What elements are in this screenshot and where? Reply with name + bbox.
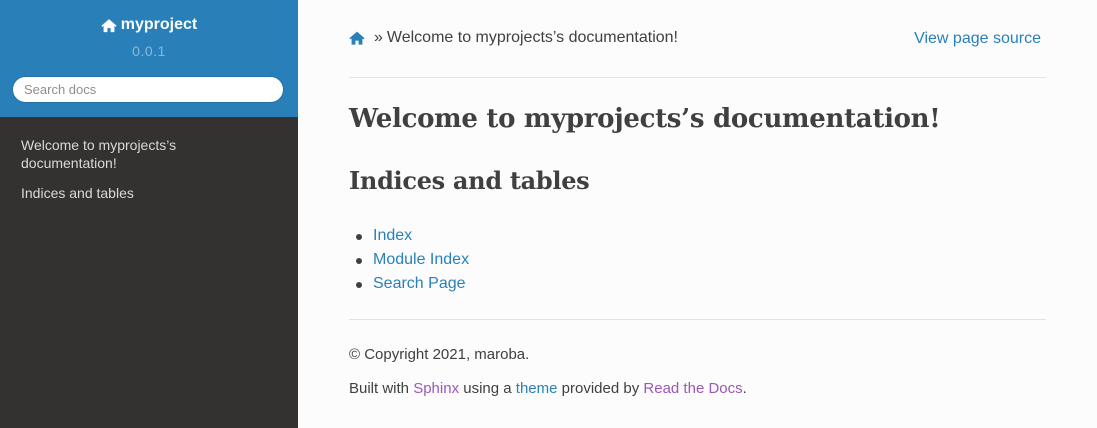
section-heading: Indices and tables <box>349 166 590 195</box>
home-icon <box>101 18 117 33</box>
theme-link[interactable]: theme <box>516 380 558 397</box>
read-the-docs-link[interactable]: Read the Docs <box>643 380 742 397</box>
module-index-link[interactable]: Module Index <box>373 251 469 268</box>
list-item: Module Index <box>356 249 469 273</box>
breadcrumb-separator: » <box>374 29 383 46</box>
built-prefix: Built with <box>349 380 410 397</box>
breadcrumb: » Welcome to myprojects’s documentation! <box>349 28 678 48</box>
sidebar: myproject 0.0.1 Welcome to myprojects’s … <box>0 0 298 428</box>
breadcrumb-home-icon[interactable] <box>349 31 374 45</box>
footer-divider <box>349 319 1046 320</box>
copyright-text: © Copyright 2021, maroba. <box>349 346 530 363</box>
provided-by-text: provided by <box>561 380 640 397</box>
sidebar-nav: Welcome to myprojects’s documentation! I… <box>21 136 271 202</box>
using-a-text: using a <box>463 380 512 397</box>
project-home-link[interactable]: myproject <box>0 14 298 36</box>
breadcrumb-current: Welcome to myprojects’s documentation! <box>386 29 678 46</box>
header-divider <box>349 77 1046 78</box>
footer-period: . <box>742 380 747 397</box>
project-version: 0.0.1 <box>132 43 166 59</box>
main-content: » Welcome to myprojects’s documentation!… <box>298 0 1097 428</box>
search-page-link[interactable]: Search Page <box>373 275 466 292</box>
index-link[interactable]: Index <box>373 227 412 244</box>
list-item: Search Page <box>356 273 469 297</box>
built-with-text: Built with Sphinx using a theme provided… <box>349 380 747 397</box>
indices-list: Index Module Index Search Page <box>356 225 469 297</box>
project-name: myproject <box>120 16 198 33</box>
list-item: Index <box>356 225 469 249</box>
sphinx-link[interactable]: Sphinx <box>413 380 459 397</box>
view-page-source-link[interactable]: View page source <box>914 30 1041 48</box>
sidebar-item-indices-and-tables[interactable]: Indices and tables <box>21 184 271 202</box>
sidebar-header: myproject 0.0.1 <box>0 0 298 117</box>
page-title: Welcome to myprojects’s documentation! <box>349 104 941 134</box>
search-input[interactable] <box>12 76 284 103</box>
sidebar-item-welcome[interactable]: Welcome to myprojects’s documentation! <box>21 136 271 172</box>
